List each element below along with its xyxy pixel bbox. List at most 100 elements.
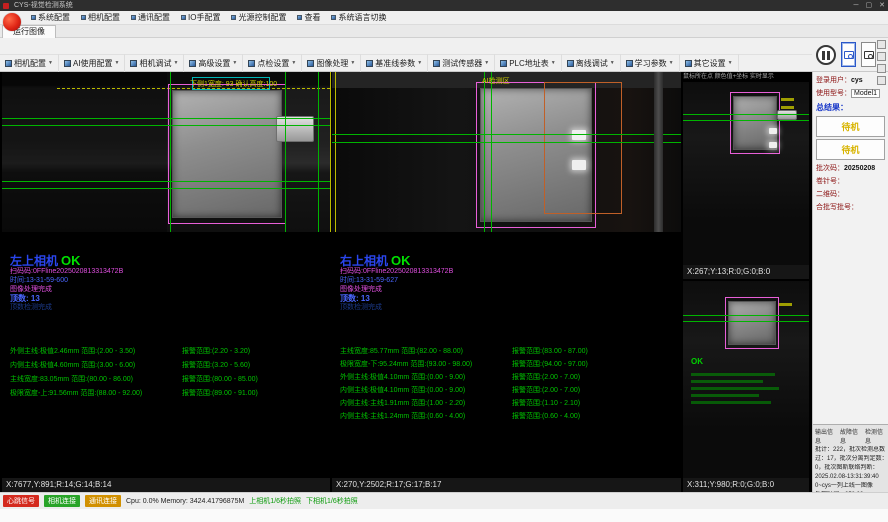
tool-label: 测试传感器 xyxy=(442,58,482,69)
thumb-bottom-image[interactable]: OK xyxy=(683,281,809,478)
tool-label: 基准线参数 xyxy=(375,58,415,69)
pixel-readout-left: X:7677,Y:891;R:14;G:14;B:14 xyxy=(2,478,330,492)
tool-camera-debug[interactable]: 相机调试▼ xyxy=(125,54,184,72)
tool-icon xyxy=(685,60,692,67)
chevron-down-icon: ▼ xyxy=(291,60,296,66)
menu-view[interactable]: 查看 xyxy=(292,11,325,25)
model-value[interactable]: Model1 xyxy=(851,89,880,98)
tool-learning-params[interactable]: 学习参数▼ xyxy=(621,54,680,72)
pixel-readout-right: X:270,Y:2502;R:17;G:17;B:17 xyxy=(332,478,681,492)
model-label: 使用型号： xyxy=(816,90,851,97)
login-user-label: 登录用户： xyxy=(816,77,851,84)
camera-thumb-top[interactable] xyxy=(683,82,809,265)
tool-label: 点检设置 xyxy=(257,58,289,69)
result-display-2: 待机 xyxy=(816,139,885,160)
menu-icon xyxy=(297,15,302,20)
tiny-text-line xyxy=(691,387,779,390)
measurement-row: 主线宽度:85.77mm 范围:(82.00 - 88.00)报警范围:(83.… xyxy=(340,344,679,357)
pixel-readout-thumb-top: X:267;Y:13;R:0;G:0;B:0 xyxy=(683,265,809,279)
tool-label: AI使用配置 xyxy=(73,58,113,69)
menu-language-switch[interactable]: 系统语言切换 xyxy=(326,11,391,25)
tool-plc-address-table[interactable]: PLC地址表▼ xyxy=(495,54,562,72)
tool-advanced-settings[interactable]: 高级设置▼ xyxy=(184,54,243,72)
batch-code-label: 批次码： xyxy=(816,165,844,172)
tool-ai-config[interactable]: AI使用配置▼ xyxy=(59,54,126,72)
close-button[interactable]: ✕ xyxy=(879,0,885,11)
camera-right-image[interactable]: AI检测区 xyxy=(332,72,681,232)
camera-view-button-2[interactable] xyxy=(861,42,876,67)
tool-icon xyxy=(64,60,71,67)
camera-name: 右上相机 xyxy=(340,254,388,268)
alarm-range-text: 报警范围:(80.00 - 85.00) xyxy=(182,374,258,384)
scene-shadow xyxy=(2,72,167,232)
side-tool-icon-3[interactable] xyxy=(877,64,886,73)
measurement-text: 外侧主线:极值4.10mm 范围:(0.00 - 9.00) xyxy=(340,372,512,382)
alarm-range-text: 报警范围:(2.00 - 7.00) xyxy=(512,385,580,395)
roi-divider-yellow xyxy=(330,72,331,232)
roi-annotation: 下侧1宽度: 93 确认高度:100 xyxy=(190,79,277,89)
measurement-row: 外侧主线:极值2.46mm 范围:(2.00 - 3.50)报警范围:(2.20… xyxy=(10,344,328,358)
menu-comm-config[interactable]: 通讯配置 xyxy=(126,11,175,25)
process-status-text: 图像处理完成 xyxy=(10,285,123,294)
detail-text: 顶数检测完成 xyxy=(340,303,453,313)
minimize-button[interactable]: ─ xyxy=(854,0,859,11)
measurement-row: 内侧主线:极值4.60mm 范围:(3.00 - 6.00)报警范围:(3.20… xyxy=(10,358,328,372)
pause-button[interactable] xyxy=(816,45,836,65)
side-tool-icon-4[interactable] xyxy=(877,76,886,85)
top-camera-status: 上相机1/6秒拍照 xyxy=(249,496,301,506)
alarm-range-text: 报警范围:(2.20 - 3.20) xyxy=(182,346,250,356)
tool-label: 其它设置 xyxy=(694,58,726,69)
thumb-top-image[interactable] xyxy=(683,82,809,265)
tiny-text-line xyxy=(691,401,771,404)
stats-tabs: 输出信息 故障信息 检测信息 xyxy=(815,427,886,445)
stats-tab-fault[interactable]: 故障信息 xyxy=(840,427,861,445)
menu-camera-config[interactable]: 相机配置 xyxy=(76,11,125,25)
measure-line-green-vertical xyxy=(285,72,286,232)
menubar: 系统配置 相机配置 通讯配置 IO手配置 光源控制配置 查看 系统语言切换 xyxy=(0,11,888,25)
tool-other-settings[interactable]: 其它设置▼ xyxy=(680,54,739,72)
maximize-button[interactable]: ▢ xyxy=(866,0,873,11)
measure-line-green xyxy=(2,118,330,119)
side-tool-icon-1[interactable] xyxy=(877,40,886,49)
camera-left-image[interactable]: 下侧1宽度: 93 确认高度:100 xyxy=(2,72,330,232)
tool-spot-check[interactable]: 点检设置▼ xyxy=(243,54,302,72)
camera-thumb-bottom[interactable]: OK xyxy=(683,281,809,478)
result-display-1: 待机 xyxy=(816,116,885,137)
measurement-text: 极限宽度-上:91.56mm 范围:(88.00 - 92.00) xyxy=(10,388,182,398)
camera-view-left-top[interactable]: 下侧1宽度: 93 确认高度:100 左上相机OK 扫码码:0FFline202… xyxy=(2,72,330,478)
stats-tab-output[interactable]: 输出信息 xyxy=(815,427,836,445)
chevron-down-icon: ▼ xyxy=(350,60,355,66)
tool-icon xyxy=(433,60,440,67)
batch-code-value: 20250208 xyxy=(844,165,875,172)
alarm-range-text: 报警范围:(83.00 - 87.00) xyxy=(512,346,588,356)
tool-baseline-params[interactable]: 基准线参数▼ xyxy=(361,54,428,72)
barcode-text: 扫码码:0FFline2025020813313472B xyxy=(340,267,453,276)
menu-label: 查看 xyxy=(304,12,320,23)
stats-tab-detect[interactable]: 检测信息 xyxy=(865,427,886,445)
tool-image-processing[interactable]: 图像处理▼ xyxy=(302,54,361,72)
tool-camera-config[interactable]: 相机配置▼ xyxy=(0,54,59,72)
led-highlight xyxy=(572,130,586,140)
alarm-range-text: 报警范围:(94.00 - 97.00) xyxy=(512,359,588,369)
menu-io-config[interactable]: IO手配置 xyxy=(176,11,225,25)
camera-icon xyxy=(844,51,854,59)
tool-test-sensor[interactable]: 测试传感器▼ xyxy=(428,54,495,72)
camera-view-right-top[interactable]: AI检测区 右上相机OK 扫码码:0FFline2025020813313472… xyxy=(332,72,681,478)
menu-icon xyxy=(81,15,86,20)
menu-system-config[interactable]: 系统配置 xyxy=(26,11,75,25)
merge-batch-label: 合批写批号： xyxy=(813,199,888,212)
camera-view-button-1[interactable] xyxy=(841,42,856,67)
roi-box-magenta xyxy=(725,297,779,349)
roi-line-yellow-vertical xyxy=(335,72,336,232)
menu-light-control-config[interactable]: 光源控制配置 xyxy=(226,11,291,25)
tool-offline-debug[interactable]: 离线调试▼ xyxy=(562,54,621,72)
tool-icon xyxy=(307,60,314,67)
info-side-panel: 登录用户：cys 使用型号：Model1 总结果： 待机 待机 批次码：2025… xyxy=(812,72,888,492)
side-tool-icon-2[interactable] xyxy=(877,52,886,61)
batch-code-row: 批次码：20250208 xyxy=(813,160,888,173)
tool-icon xyxy=(626,60,633,67)
measure-line-green xyxy=(332,134,681,135)
roi-annotation: AI检测区 xyxy=(482,76,510,86)
tool-icon xyxy=(500,60,507,67)
measure-line-green-vertical xyxy=(484,72,485,232)
